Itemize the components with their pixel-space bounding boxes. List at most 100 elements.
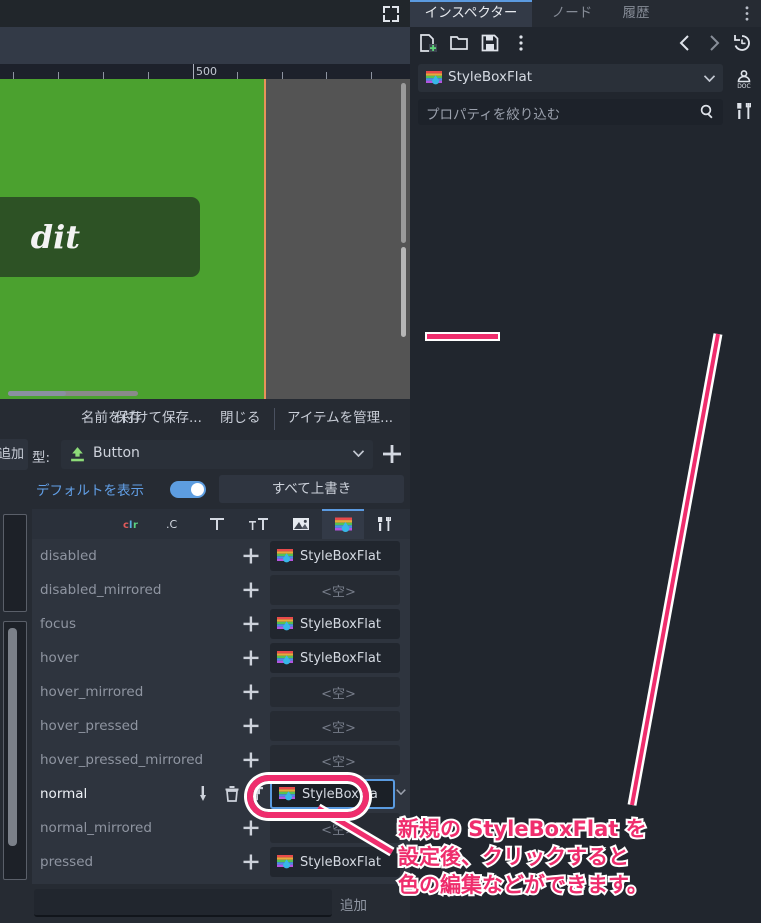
- list-item[interactable]: disabled StyleBoxFlat: [32, 539, 410, 573]
- pin-item-icon[interactable]: [248, 785, 266, 803]
- item-value[interactable]: StyleBoxFlat: [270, 609, 400, 639]
- item-value[interactable]: StyleBoxFlat: [270, 847, 400, 877]
- image-icon: [293, 518, 309, 530]
- svg-text:.C: .C: [166, 518, 177, 531]
- tab-fonts[interactable]: [196, 509, 238, 539]
- rename-item-icon[interactable]: [194, 785, 212, 803]
- item-value[interactable]: <空>: [270, 745, 400, 775]
- item-name: normal: [40, 786, 88, 802]
- delete-item-icon[interactable]: [223, 785, 241, 803]
- inspector-toolbar: [410, 27, 761, 59]
- list-item[interactable]: focus StyleBoxFlat: [32, 607, 410, 641]
- filter-options-icon[interactable]: [735, 102, 754, 121]
- list-item[interactable]: hover_pressed_mirrored <空>: [32, 743, 410, 777]
- tab-misc[interactable]: [364, 509, 406, 539]
- item-value[interactable]: <空>: [270, 813, 400, 843]
- item-name: hover_mirrored: [40, 684, 144, 700]
- tab-icons[interactable]: [280, 509, 322, 539]
- tab-inspector[interactable]: インスペクター: [410, 0, 532, 27]
- add-item-icon[interactable]: [242, 547, 260, 565]
- theme-menu-save-as[interactable]: 名前を付けて保存...: [81, 402, 202, 435]
- item-value-text: <空>: [321, 584, 356, 600]
- item-value-text: <空>: [321, 754, 356, 770]
- expand-icon[interactable]: [382, 5, 400, 23]
- back-icon[interactable]: [675, 33, 695, 53]
- constants-icon: .C: [166, 518, 177, 531]
- add-item-icon[interactable]: [242, 717, 260, 735]
- font-icon: [210, 518, 224, 530]
- item-value[interactable]: StyleBoxFlat: [270, 643, 400, 673]
- item-value[interactable]: <空>: [270, 711, 400, 741]
- new-item-name-input[interactable]: [34, 889, 332, 917]
- tab-colors[interactable]: c l r: [112, 509, 154, 539]
- open-docs-icon[interactable]: DOC: [733, 67, 755, 89]
- add-theme-type-icon[interactable]: [380, 442, 404, 466]
- canvas-vscrollbar[interactable]: [401, 247, 406, 337]
- chevron-down-icon: [704, 75, 715, 82]
- item-value-text: StyleBoxFla: [302, 786, 378, 802]
- chevron-down-icon[interactable]: [396, 789, 406, 795]
- theme-menu-close[interactable]: 閉じる: [220, 402, 261, 435]
- theme-item-type-tabs: c l r .C: [32, 509, 410, 539]
- list-item[interactable]: hover StyleBoxFlat: [32, 641, 410, 675]
- dock-menu-icon[interactable]: [739, 5, 755, 22]
- scene-canvas[interactable]: dit: [0, 79, 410, 399]
- add-item-icon[interactable]: [242, 819, 260, 837]
- canvas-vscrollbar-top[interactable]: [401, 83, 406, 243]
- canvas-right-edge: [264, 79, 266, 399]
- property-filter-input[interactable]: プロパティを絞り込む: [418, 99, 723, 125]
- resource-selector[interactable]: StyleBoxFlat: [418, 64, 723, 92]
- chevron-down-icon: [353, 450, 364, 457]
- add-item-icon[interactable]: [242, 615, 260, 633]
- search-icon: [700, 104, 713, 119]
- button-preview[interactable]: dit: [0, 197, 200, 277]
- item-value[interactable]: StyleBoxFlat: [270, 541, 400, 571]
- add-item-icon[interactable]: [242, 751, 260, 769]
- svg-text:DOC: DOC: [737, 83, 751, 89]
- left-scrollbar[interactable]: [3, 621, 27, 880]
- tab-font-sizes[interactable]: [238, 509, 280, 539]
- item-name: disabled: [40, 548, 97, 564]
- item-value-text: <空>: [321, 822, 356, 838]
- history-icon[interactable]: [732, 33, 752, 53]
- list-item-normal[interactable]: normal StyleBoxFla: [32, 777, 410, 811]
- list-item[interactable]: disabled_mirrored <空>: [32, 573, 410, 607]
- inspector-dock: インスペクター ノード 履歴 StyleBoxFlat DOC プロパティを絞り…: [410, 0, 761, 923]
- add-item-icon[interactable]: [242, 853, 260, 871]
- new-resource-icon[interactable]: [418, 33, 438, 53]
- app-root: 500 dit 保存 名前を付けて保存... 閉じる アイテムを管理... 追加…: [0, 0, 761, 923]
- tab-history[interactable]: 履歴: [606, 0, 666, 27]
- theme-menu-manage-items[interactable]: アイテムを管理...: [287, 402, 393, 435]
- viewport-topbar: [0, 0, 410, 27]
- tab-styleboxes[interactable]: [322, 509, 364, 539]
- type-combobox[interactable]: Button: [61, 440, 373, 469]
- item-value[interactable]: <空>: [270, 575, 400, 605]
- forward-icon[interactable]: [704, 33, 724, 53]
- list-item[interactable]: pressed StyleBoxFlat: [32, 845, 410, 879]
- tab-node[interactable]: ノード: [538, 0, 606, 27]
- show-default-toggle[interactable]: [170, 481, 206, 498]
- canvas-ruler: 500: [0, 64, 410, 79]
- list-item[interactable]: hover_mirrored <空>: [32, 675, 410, 709]
- add-item-icon[interactable]: [242, 683, 260, 701]
- theme-editor-menubar: 保存 名前を付けて保存... 閉じる アイテムを管理...: [0, 402, 410, 435]
- add-type-button[interactable]: 追加: [0, 439, 28, 470]
- overwrite-all-button[interactable]: すべて上書き: [219, 475, 404, 503]
- theme-item-list[interactable]: disabled StyleBoxFlat disabled_mirrored …: [32, 539, 410, 884]
- left-panel-box-a: [3, 514, 27, 612]
- more-options-icon[interactable]: [511, 33, 531, 53]
- add-item-icon[interactable]: [242, 581, 260, 599]
- save-icon[interactable]: [480, 33, 500, 53]
- tab-constants[interactable]: .C: [154, 509, 196, 539]
- open-icon[interactable]: [449, 33, 469, 53]
- list-item[interactable]: hover_pressed <空>: [32, 709, 410, 743]
- show-default-label: デフォルトを表示: [36, 483, 144, 499]
- item-value[interactable]: <空>: [270, 677, 400, 707]
- theme-type-row: 追加 型: Button: [0, 437, 410, 473]
- panel-splitter[interactable]: [0, 388, 410, 399]
- list-item[interactable]: normal_mirrored <空>: [32, 811, 410, 845]
- add-item-button[interactable]: 追加: [340, 894, 367, 914]
- add-item-icon[interactable]: [242, 649, 260, 667]
- item-value-text: StyleBoxFlat: [300, 616, 381, 632]
- item-value[interactable]: StyleBoxFla: [270, 779, 395, 809]
